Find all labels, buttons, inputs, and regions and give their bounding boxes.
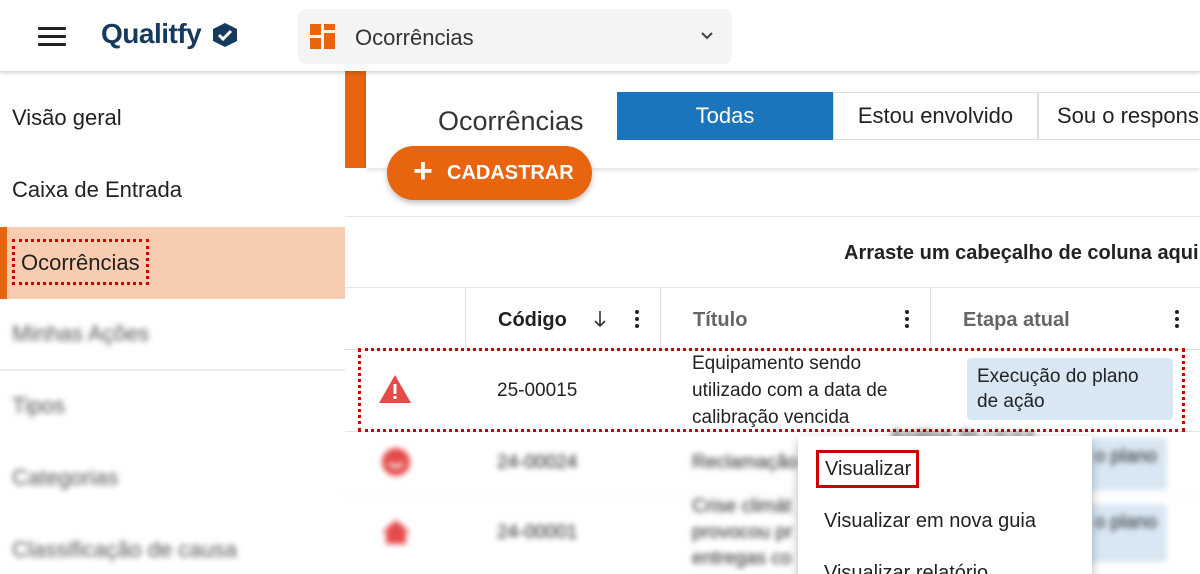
sidebar-item-label: Tipos [12,393,65,418]
menu-item-visualizar[interactable]: Visualizar [816,450,920,488]
logo-mark-icon [213,23,237,47]
menu-icon[interactable] [38,27,66,47]
column-menu-icon[interactable] [635,310,639,328]
sidebar-item-label: Ocorrências [12,239,149,285]
cell-codigo: 24-00001 [497,522,578,543]
filter-tabs: Todas Estou envolvido Sou o respons [617,92,1200,140]
column-menu-icon[interactable] [1175,310,1179,328]
module-selector[interactable]: Ocorrências [298,9,732,64]
module-selector-label: Ocorrências [355,25,474,50]
row-context-menu: Visualizar Visualizar em nova guia Visua… [798,436,1092,574]
page-title: Ocorrências [438,106,584,136]
column-header-titulo[interactable]: Título [693,309,747,332]
module-grid-icon [310,24,335,49]
sidebar-item-classificacao-de-causa[interactable]: Classificação de causa [0,515,345,574]
menu-item-visualizar-relatorio[interactable]: Visualizar relatório [824,562,988,574]
sidebar-item-caixa-de-entrada[interactable]: Caixa de Entrada [0,155,345,227]
group-by-hint: Arraste um cabeçalho de coluna aqui p [844,242,1200,264]
add-button-label: CADASTRAR [447,162,574,184]
row-highlight-marker [358,348,1185,432]
tab-sou-o-responsavel[interactable]: Sou o respons [1038,92,1200,140]
tab-estou-envolvido[interactable]: Estou envolvido [833,92,1038,140]
sidebar-item-minhas-acoes[interactable]: Minhas Ações [0,299,345,371]
column-separator [930,288,931,350]
tab-todas[interactable]: Todas [617,92,833,140]
sort-descending-icon[interactable] [593,310,607,328]
column-header-etapa-atual[interactable]: Etapa atual [963,309,1070,332]
grid-header: Código Título Etapa atual [345,288,1200,350]
column-separator [660,288,661,350]
column-menu-icon[interactable] [905,310,909,328]
column-header-codigo[interactable]: Código [498,309,567,332]
app-logo[interactable]: Qualitfy [101,18,202,50]
cell-titulo-line: Crise climát [692,496,792,517]
complaint-icon [382,448,410,476]
plus-icon: + [413,152,433,190]
sidebar-item-visao-geral[interactable]: Visão geral [0,83,345,155]
sidebar-item-ocorrencias[interactable]: Ocorrências [0,227,345,299]
sidebar-item-label: Categorias [12,465,119,490]
group-by-panel[interactable]: Arraste um cabeçalho de coluna aqui p [345,216,1200,288]
top-bar: Qualitfy Ocorrências [0,0,1200,71]
menu-item-visualizar-nova-guia[interactable]: Visualizar em nova guia [824,510,1036,533]
column-separator [465,288,466,350]
home-icon [382,520,410,544]
cell-titulo: Reclamação [692,452,798,473]
sidebar-item-label: Minhas Ações [12,321,149,346]
sidebar: Visão geral Caixa de Entrada Ocorrências… [0,71,345,574]
header-accent-bar [345,71,366,168]
sidebar-item-label: Visão geral [12,105,122,130]
cell-codigo: 24-00024 [497,452,578,473]
sidebar-item-categorias[interactable]: Categorias [0,443,345,515]
sidebar-item-label: Classificação de causa [12,537,238,562]
sidebar-item-label: Caixa de Entrada [12,177,182,202]
add-occurrence-button[interactable]: + CADASTRAR [387,146,592,200]
cell-titulo-line: entregas co [692,548,792,569]
chevron-down-icon [701,32,713,40]
cell-titulo-line: provocou pr [692,522,793,543]
sidebar-item-tipos[interactable]: Tipos [0,371,345,443]
